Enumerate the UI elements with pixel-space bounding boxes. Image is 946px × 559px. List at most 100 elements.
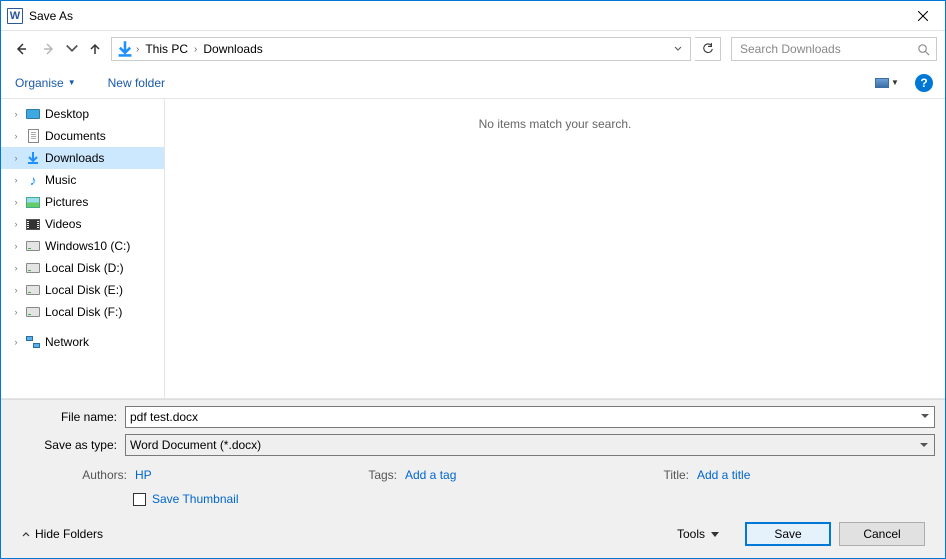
save-button[interactable]: Save: [745, 522, 831, 546]
body: ›Desktop›Documents›Downloads›♪Music›Pict…: [1, 99, 945, 399]
refresh-icon: [702, 43, 714, 55]
chevron-down-icon: [674, 45, 682, 53]
tree-item-label: Pictures: [45, 195, 88, 209]
tree-item-label: Downloads: [45, 151, 104, 165]
organise-menu[interactable]: Organise ▼: [13, 72, 78, 94]
chevron-right-icon: ›: [136, 44, 139, 55]
tree-item-label: Local Disk (E:): [45, 283, 123, 297]
download-icon: [25, 150, 41, 166]
tree-item-label: Local Disk (D:): [45, 261, 124, 275]
pictures-icon: [25, 194, 41, 210]
breadcrumb-bar[interactable]: › This PC › Downloads: [111, 37, 691, 61]
tree-item[interactable]: › ♪ Music: [1, 169, 164, 191]
tree-item[interactable]: › Downloads: [1, 147, 164, 169]
search-input[interactable]: [738, 41, 917, 57]
lower-panel: File name: Save as type: Word Document (…: [1, 399, 945, 558]
word-app-icon: W: [7, 8, 23, 24]
expand-icon[interactable]: ›: [11, 219, 21, 229]
filename-label: File name:: [11, 410, 125, 424]
chevron-down-icon: ▼: [891, 78, 899, 87]
tree-item-label: Videos: [45, 217, 81, 231]
expand-icon[interactable]: ›: [11, 175, 21, 185]
disk-icon: [25, 282, 41, 298]
change-view-button[interactable]: ▼: [869, 72, 905, 94]
expand-icon[interactable]: ›: [11, 263, 21, 273]
tree-item[interactable]: › Local Disk (F:): [1, 301, 164, 323]
arrow-up-icon: [88, 42, 102, 56]
tree-item-label: Windows10 (C:): [45, 239, 130, 253]
save-thumbnail-checkbox[interactable]: [133, 493, 146, 506]
arrow-right-icon: [42, 42, 56, 56]
file-list-pane[interactable]: No items match your search.: [165, 99, 945, 398]
new-folder-button[interactable]: New folder: [106, 72, 167, 94]
expand-icon[interactable]: ›: [11, 241, 21, 251]
recent-locations-button[interactable]: [65, 37, 79, 61]
breadcrumb-this-pc[interactable]: This PC: [141, 40, 192, 58]
save-thumbnail-label[interactable]: Save Thumbnail: [152, 492, 239, 506]
title-add-link[interactable]: Add a title: [697, 468, 750, 482]
savetype-value: Word Document (*.docx): [130, 438, 261, 452]
help-button[interactable]: ?: [915, 74, 933, 92]
chevron-down-icon: [65, 42, 79, 56]
tree-item[interactable]: ›Documents: [1, 125, 164, 147]
chevron-right-icon: ›: [194, 44, 197, 55]
disk-icon: [25, 304, 41, 320]
tree-item[interactable]: › Local Disk (D:): [1, 257, 164, 279]
hide-folders-label: Hide Folders: [35, 527, 103, 541]
music-icon: ♪: [25, 172, 41, 188]
cancel-button[interactable]: Cancel: [839, 522, 925, 546]
expand-icon[interactable]: ›: [11, 337, 21, 347]
network-icon: [25, 334, 41, 350]
help-icon: ?: [920, 76, 927, 90]
back-button[interactable]: [9, 37, 33, 61]
dialog-title: Save As: [29, 9, 73, 23]
tags-label: Tags:: [363, 468, 397, 482]
expand-icon[interactable]: ›: [11, 307, 21, 317]
tree-item[interactable]: › Desktop: [1, 103, 164, 125]
breadcrumb-downloads[interactable]: Downloads: [199, 40, 266, 58]
title-label: Title:: [655, 468, 689, 482]
chevron-down-icon: [711, 532, 719, 537]
breadcrumb-history-dropdown[interactable]: [670, 45, 686, 53]
tree-item[interactable]: › Pictures: [1, 191, 164, 213]
folder-tree[interactable]: ›Desktop›Documents›Downloads›♪Music›Pict…: [1, 99, 165, 398]
close-button[interactable]: [900, 1, 945, 30]
filename-input[interactable]: [125, 406, 935, 428]
empty-message: No items match your search.: [479, 117, 632, 398]
savetype-combo[interactable]: Word Document (*.docx): [125, 434, 935, 456]
tree-item-label: Desktop: [45, 107, 89, 121]
tools-menu[interactable]: Tools: [677, 527, 719, 541]
save-as-dialog: W Save As › This PC › Downloads: [0, 0, 946, 559]
tree-item[interactable]: › Local Disk (E:): [1, 279, 164, 301]
disk-icon: [25, 260, 41, 276]
document-icon: [25, 128, 41, 144]
expand-icon[interactable]: ›: [11, 197, 21, 207]
tree-item-label: Music: [45, 173, 76, 187]
expand-icon[interactable]: ›: [11, 285, 21, 295]
tree-item[interactable]: › Windows10 (C:): [1, 235, 164, 257]
desktop-icon: [25, 106, 41, 122]
nav-bar: › This PC › Downloads: [1, 31, 945, 67]
expand-icon[interactable]: ›: [11, 109, 21, 119]
tags-add-link[interactable]: Add a tag: [405, 468, 456, 482]
arrow-left-icon: [14, 42, 28, 56]
chevron-down-icon: ▼: [68, 78, 76, 87]
tree-item[interactable]: › Videos: [1, 213, 164, 235]
title-bar: W Save As: [1, 1, 945, 31]
tree-item-label: Local Disk (F:): [45, 305, 122, 319]
view-icon: [875, 78, 889, 88]
tree-item[interactable]: ›Network: [1, 331, 164, 353]
search-icon: [917, 43, 930, 56]
expand-icon[interactable]: ›: [11, 131, 21, 141]
hide-folders-button[interactable]: Hide Folders: [21, 527, 103, 541]
authors-value[interactable]: HP: [135, 468, 152, 482]
forward-button[interactable]: [37, 37, 61, 61]
organise-label: Organise: [15, 76, 64, 90]
tools-label: Tools: [677, 527, 705, 541]
refresh-button[interactable]: [695, 37, 721, 61]
up-button[interactable]: [83, 37, 107, 61]
expand-icon[interactable]: ›: [11, 153, 21, 163]
close-icon: [918, 11, 928, 21]
search-box[interactable]: [731, 37, 937, 61]
videos-icon: [25, 216, 41, 232]
